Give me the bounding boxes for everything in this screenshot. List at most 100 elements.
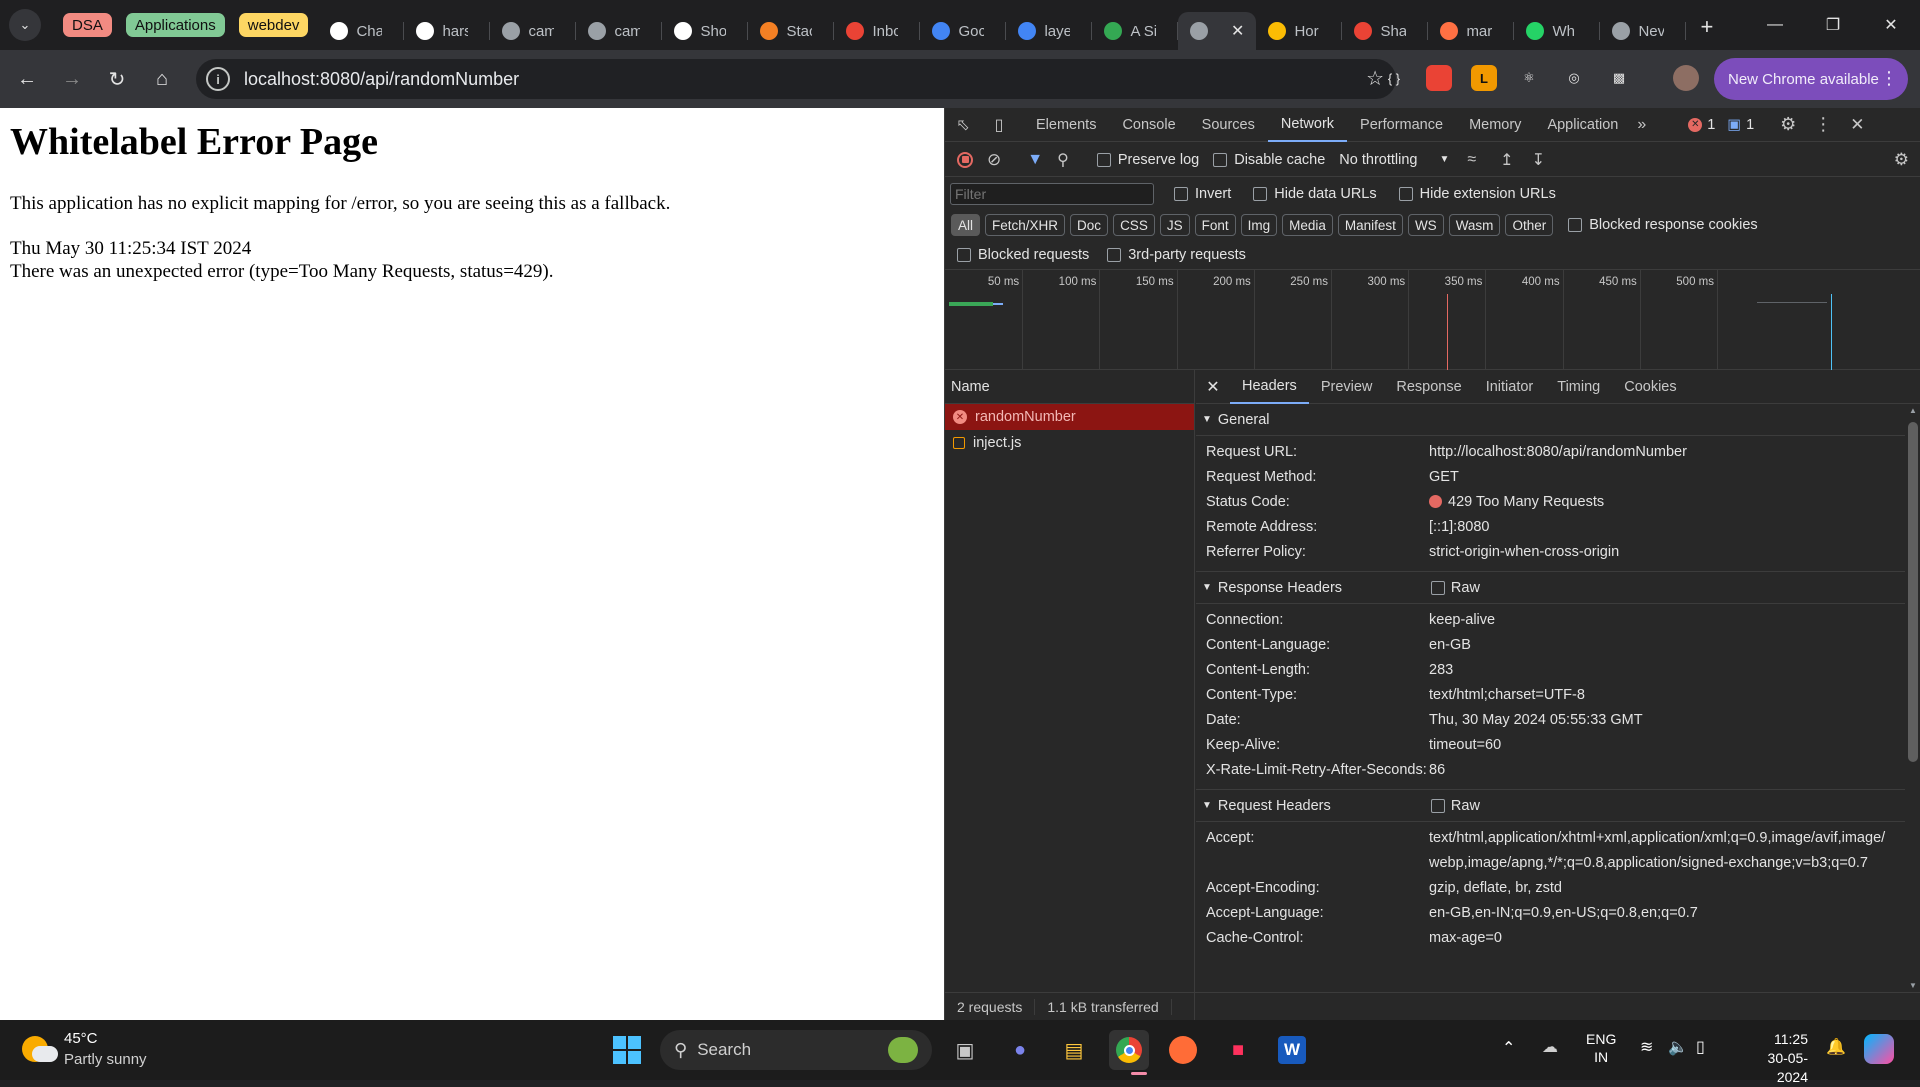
blocked-response-cookies-checkbox[interactable]: Blocked response cookies <box>1568 217 1758 233</box>
browser-tab-3[interactable]: cam <box>576 12 663 50</box>
extension-red-icon[interactable] <box>1426 65 1452 91</box>
weather-text[interactable]: Partly sunny <box>64 1051 147 1068</box>
detail-tab-cookies[interactable]: Cookies <box>1612 370 1688 404</box>
tab-group-1[interactable]: Applications <box>125 13 225 37</box>
header-value[interactable]: Thu, 30 May 2024 05:55:33 GMT <box>1429 708 1889 733</box>
request-row[interactable]: ✕ randomNumber <box>945 404 1194 430</box>
inspect-element-icon[interactable]: ⬁ <box>945 115 981 135</box>
url-text[interactable]: localhost:8080/api/randomNumber <box>244 69 519 90</box>
close-details-icon[interactable]: ✕ <box>1196 377 1230 397</box>
back-button[interactable]: ← <box>12 64 42 94</box>
header-value[interactable]: 86 <box>1429 758 1889 783</box>
browser-tab-14[interactable]: Wh <box>1514 12 1601 50</box>
forward-button[interactable]: → <box>57 64 87 94</box>
browser-tab-1[interactable]: hars <box>404 12 491 50</box>
network-timeline[interactable]: 50 ms 100 ms 150 ms 200 ms 250 ms 300 ms 350 m… <box>945 270 1920 370</box>
scrollbar-thumb[interactable] <box>1908 422 1918 762</box>
scroll-up-icon[interactable]: ▲ <box>1909 406 1917 415</box>
filter-funnel-icon[interactable]: ▼ <box>1027 151 1043 169</box>
file-explorer-icon[interactable]: ▤ <box>1054 1030 1094 1070</box>
new-tab-button[interactable]: + <box>1700 14 1713 40</box>
intellij-icon[interactable]: ■ <box>1218 1030 1258 1070</box>
header-value[interactable]: en-GB,en-IN;q=0.9,en-US;q=0.8,en;q=0.7 <box>1429 901 1889 926</box>
message-counter[interactable]: ▣ 1 <box>1727 117 1754 133</box>
type-filter-all[interactable]: All <box>951 214 981 236</box>
more-tabs-icon[interactable]: » <box>1637 116 1646 134</box>
detail-tab-initiator[interactable]: Initiator <box>1474 370 1546 404</box>
devtools-tab-elements[interactable]: Elements <box>1023 108 1109 142</box>
browser-tab-2[interactable]: cam <box>490 12 577 50</box>
type-filter-manifest[interactable]: Manifest <box>1337 214 1403 236</box>
header-value[interactable]: timeout=60 <box>1429 733 1889 758</box>
json-formatter-icon[interactable]: { } <box>1381 65 1407 91</box>
detail-tab-timing[interactable]: Timing <box>1545 370 1612 404</box>
browser-tab-13[interactable]: mar <box>1428 12 1515 50</box>
import-har-icon[interactable]: ↥ <box>1500 150 1513 170</box>
browser-tab-4[interactable]: Sho <box>662 12 749 50</box>
network-conditions-icon[interactable]: ≈ <box>1467 151 1476 169</box>
site-info-icon[interactable]: i <box>206 67 230 91</box>
type-filter-js[interactable]: JS <box>1159 214 1190 236</box>
temperature[interactable]: 45°C <box>64 1030 98 1047</box>
type-filter-fetch-xhr[interactable]: Fetch/XHR <box>985 214 1066 236</box>
type-filter-font[interactable]: Font <box>1194 214 1236 236</box>
tab-search-button[interactable]: ⌄ <box>9 9 41 41</box>
search-icon[interactable]: ⚲ <box>1057 150 1069 170</box>
devtools-tab-network[interactable]: Network <box>1267 108 1348 142</box>
hide-extension-urls-checkbox[interactable]: Hide extension URLs <box>1398 186 1556 202</box>
devtools-tab-memory[interactable]: Memory <box>1456 108 1534 142</box>
extension-target-icon[interactable]: ◎ <box>1561 65 1587 91</box>
devtools-tab-application[interactable]: Application <box>1534 108 1631 142</box>
filter-input[interactable] <box>950 183 1154 205</box>
show-hidden-icons[interactable]: ⌃ <box>1502 1038 1515 1058</box>
header-value[interactable]: en-GB <box>1429 633 1889 658</box>
more-vert-icon[interactable]: ⋮ <box>1814 114 1832 135</box>
request-headers-section-header[interactable]: ▼ Request Headers Raw <box>1196 790 1905 822</box>
type-filter-img[interactable]: Img <box>1240 214 1278 236</box>
header-value[interactable]: text/html;charset=UTF-8 <box>1429 683 1889 708</box>
browser-tab-8[interactable]: laye <box>1006 12 1093 50</box>
volume-icon[interactable]: 🔈 <box>1668 1037 1688 1057</box>
type-filter-wasm[interactable]: Wasm <box>1448 214 1501 236</box>
taskbar-search[interactable]: ⚲ Search <box>660 1030 932 1070</box>
browser-tab-9[interactable]: A Si <box>1092 12 1179 50</box>
record-stop-icon[interactable] <box>957 151 973 168</box>
battery-icon[interactable]: ▯ <box>1696 1037 1705 1057</box>
header-value[interactable]: 283 <box>1429 658 1889 683</box>
preserve-log-checkbox[interactable]: Preserve log <box>1096 152 1199 168</box>
raw-checkbox[interactable]: Raw <box>1430 580 1480 596</box>
tab-group-2[interactable]: webdev <box>238 13 309 37</box>
close-devtools-icon[interactable]: ✕ <box>1850 115 1864 135</box>
home-button[interactable]: ⌂ <box>147 64 177 94</box>
clear-icon[interactable]: ⊘ <box>987 150 1001 170</box>
clock[interactable]: 11:25 30-05-2024 <box>1738 1030 1808 1087</box>
hide-data-urls-checkbox[interactable]: Hide data URLs <box>1253 186 1377 202</box>
header-value[interactable]: strict-origin-when-cross-origin <box>1429 540 1889 565</box>
throttling-select[interactable]: No throttling ▼ <box>1339 152 1449 168</box>
chrome-icon[interactable] <box>1109 1030 1149 1070</box>
weather-widget[interactable] <box>22 1032 58 1066</box>
extensions-puzzle-icon[interactable]: ▩ <box>1606 65 1632 91</box>
devtools-tab-console[interactable]: Console <box>1109 108 1188 142</box>
type-filter-doc[interactable]: Doc <box>1070 214 1109 236</box>
address-bar[interactable]: i localhost:8080/api/randomNumber ☆ <box>196 59 1396 99</box>
header-value[interactable]: gzip, deflate, br, zstd <box>1429 876 1889 901</box>
react-devtools-icon[interactable]: ⚛ <box>1516 65 1542 91</box>
devtools-tab-sources[interactable]: Sources <box>1189 108 1268 142</box>
type-filter-css[interactable]: CSS <box>1113 214 1155 236</box>
browser-tab-15[interactable]: Nev <box>1600 12 1687 50</box>
export-har-icon[interactable]: ↧ <box>1532 150 1545 170</box>
header-value[interactable]: [::1]:8080 <box>1429 515 1889 540</box>
type-filter-ws[interactable]: WS <box>1407 214 1444 236</box>
start-windows-icon[interactable] <box>607 1030 647 1070</box>
header-value[interactable]: max-age=0 <box>1429 926 1889 951</box>
close-tab-icon[interactable]: ✕ <box>1231 21 1244 41</box>
extension-lh-icon[interactable]: L <box>1471 65 1497 91</box>
general-section-header[interactable]: ▼ General <box>1196 404 1905 436</box>
scroll-down-icon[interactable]: ▼ <box>1909 981 1917 990</box>
onedrive-icon[interactable]: ☁ <box>1542 1037 1558 1057</box>
header-value[interactable]: http://localhost:8080/api/randomNumber <box>1429 440 1889 465</box>
browser-tab-5[interactable]: Stac <box>748 12 835 50</box>
request-row[interactable]: inject.js <box>945 430 1194 456</box>
minimize-button[interactable]: — <box>1746 0 1804 50</box>
